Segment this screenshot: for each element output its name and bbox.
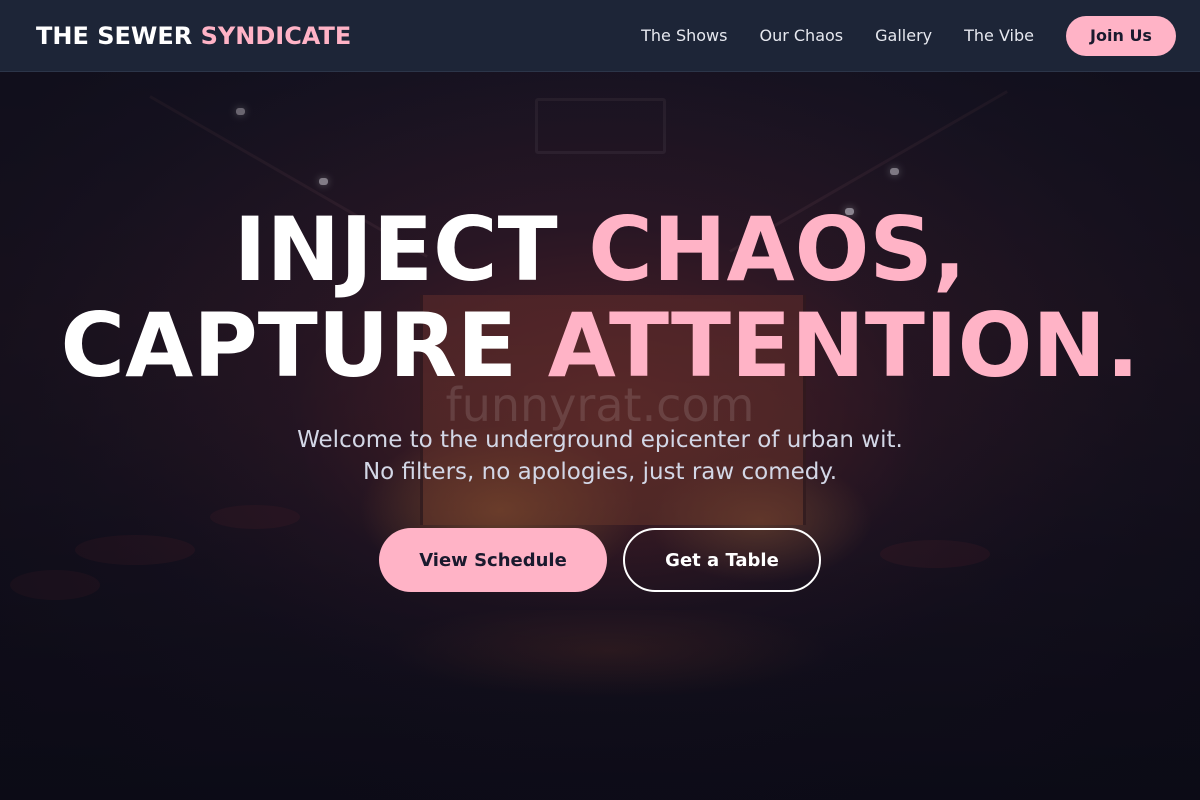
nav-link-the-shows[interactable]: The Shows — [641, 26, 727, 45]
nav-link-the-vibe[interactable]: The Vibe — [964, 26, 1034, 45]
join-us-button[interactable]: Join Us — [1066, 15, 1176, 56]
landing-page: THE SEWER SYNDICATE The Shows Our Chaos … — [0, 0, 1200, 800]
site-logo[interactable]: THE SEWER SYNDICATE — [36, 22, 351, 50]
top-navbar: THE SEWER SYNDICATE The Shows Our Chaos … — [0, 0, 1200, 72]
hero-cta-row: View Schedule Get a Table — [0, 528, 1200, 592]
headline-line1-pink: CHAOS, — [588, 198, 967, 301]
hero-headline: INJECT CHAOS, CAPTURE ATTENTION. — [0, 202, 1200, 394]
hero-subtitle: Welcome to the underground epicenter of … — [0, 424, 1200, 488]
view-schedule-button[interactable]: View Schedule — [379, 528, 607, 592]
subtitle-line-1: Welcome to the underground epicenter of … — [297, 427, 903, 453]
main-nav: The Shows Our Chaos Gallery The Vibe Joi… — [609, 15, 1176, 56]
subtitle-line-2: No filters, no apologies, just raw comed… — [362, 459, 838, 485]
logo-text-main: THE SEWER — [36, 21, 201, 50]
hero-section: INJECT CHAOS, CAPTURE ATTENTION. funnyrat… — [0, 0, 1200, 800]
nav-link-our-chaos[interactable]: Our Chaos — [759, 26, 843, 45]
logo-text-accent: SYNDICATE — [200, 21, 352, 50]
nav-link-gallery[interactable]: Gallery — [875, 26, 932, 45]
headline-line1-white: INJECT — [233, 198, 589, 301]
get-a-table-button[interactable]: Get a Table — [623, 528, 821, 592]
